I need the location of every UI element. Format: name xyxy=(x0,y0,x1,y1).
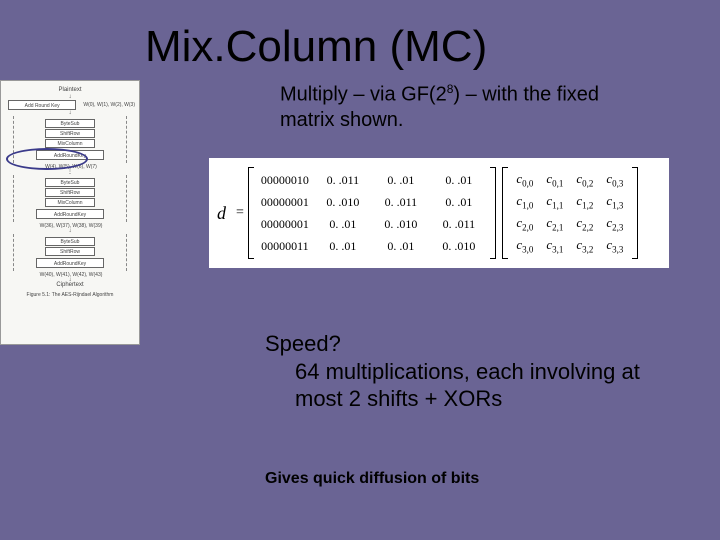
diagram-plaintext-label: Plaintext xyxy=(5,87,135,93)
diagram-caption: Figure 5.1: The AES-Rijndael Algorithm xyxy=(5,292,135,298)
matrix-cell: c2,0 xyxy=(512,215,538,233)
matrix-cell: 00000011 xyxy=(258,239,312,254)
diagram-addroundkey-box: Add Round Key xyxy=(8,100,76,110)
matrix-cell: 00000001 xyxy=(258,217,312,232)
matrix-cell: c1,1 xyxy=(542,193,568,211)
speed-question: Speed? xyxy=(265,331,341,356)
matrix-cell: 0. .01 xyxy=(316,217,370,232)
arrow-icon: ⋮ xyxy=(5,170,135,174)
diagram-shiftrow-box: ShiftRow xyxy=(45,129,95,138)
matrix-cell: 0. .01 xyxy=(316,239,370,254)
matrix-C: c0,0c0,1c0,2c0,3 c1,0c1,1c1,2c1,3 c2,0c2,1… xyxy=(502,167,638,259)
slide-title: Mix.Column (MC) xyxy=(145,22,487,72)
matrix-cell: 0. .01 xyxy=(432,195,486,210)
matrix-cell: c3,1 xyxy=(542,237,568,255)
diagram-addroundkey-box: AddRoundKey xyxy=(36,209,104,219)
matrix-cell: 0. .011 xyxy=(374,195,428,210)
matrix-cell: c1,3 xyxy=(602,193,628,211)
diagram-addroundkey-box: AddRoundKey xyxy=(36,258,104,268)
matrix-equation: d = 000000100. .0110. .010. .01000000010… xyxy=(209,158,669,268)
diagram-ciphertext-label: Ciphertext xyxy=(5,282,135,288)
arrow-icon: ↓ xyxy=(5,111,135,115)
matrix-cell: c0,1 xyxy=(542,171,568,189)
matrix-cell: 0. .01 xyxy=(432,173,486,188)
equals-sign: = xyxy=(236,205,244,221)
description-gf28: Multiply – via GF(28) – with the fixed m… xyxy=(280,82,640,133)
matrix-cell: c3,0 xyxy=(512,237,538,255)
matrix-cell: 0. .01 xyxy=(374,173,428,188)
arrow-icon: ↓ xyxy=(5,229,135,233)
diagram-key0: W(0), W(1), W(2), W(3) xyxy=(83,102,135,108)
matrix-cell: c0,3 xyxy=(602,171,628,189)
bracket-right-icon xyxy=(490,167,496,259)
diagram-bytesub-box: ByteSub xyxy=(45,178,95,187)
desc1-prefix: Multiply – via GF(2 xyxy=(280,84,447,106)
matrix-cell: c3,3 xyxy=(602,237,628,255)
speed-description: Speed? 64 multiplications, each involvin… xyxy=(265,330,665,413)
speed-answer: 64 multiplications, each involving at mo… xyxy=(295,358,665,413)
matrix-cell: 0. .011 xyxy=(432,217,486,232)
matrix-cell: 0. .010 xyxy=(374,217,428,232)
matrix-cell: 0. .011 xyxy=(316,173,370,188)
diagram-bytesub-box: ByteSub xyxy=(45,119,95,128)
matrix-cell: 0. .01 xyxy=(374,239,428,254)
matrix-cell: c0,2 xyxy=(572,171,598,189)
matrix-cell: c1,2 xyxy=(572,193,598,211)
matrix-cell: c1,0 xyxy=(512,193,538,211)
diagram-mixcolumn-box: MixColumn xyxy=(45,139,95,148)
matrix-cell: c2,3 xyxy=(602,215,628,233)
diagram-shiftrow-box: ShiftRow xyxy=(45,188,95,197)
matrix-cell: 0. .010 xyxy=(316,195,370,210)
diffusion-note: Gives quick diffusion of bits xyxy=(265,470,479,488)
matrix-cell: c2,1 xyxy=(542,215,568,233)
diagram-mixcolumn-box: MixColumn xyxy=(45,198,95,207)
matrix-cell: 0. .010 xyxy=(432,239,486,254)
matrix-cell: 00000010 xyxy=(258,173,312,188)
matrix-d-var: d xyxy=(217,203,226,224)
aes-diagram: Plaintext ↓ Add Round Key W(0), W(1), W(… xyxy=(0,80,140,345)
diagram-bytesub-box: ByteSub xyxy=(45,237,95,246)
matrix-cell: c2,2 xyxy=(572,215,598,233)
matrix-cell: c3,2 xyxy=(572,237,598,255)
matrix-cell: 00000001 xyxy=(258,195,312,210)
matrix-cell: c0,0 xyxy=(512,171,538,189)
diagram-addroundkey-box: AddRoundKey xyxy=(36,150,104,160)
matrix-A: 00000010 0. .011 0. .01 0. .01 00000001 0. .0… xyxy=(248,167,496,259)
diagram-shiftrow-box: ShiftRow xyxy=(45,247,95,256)
bracket-right-icon xyxy=(632,167,638,259)
